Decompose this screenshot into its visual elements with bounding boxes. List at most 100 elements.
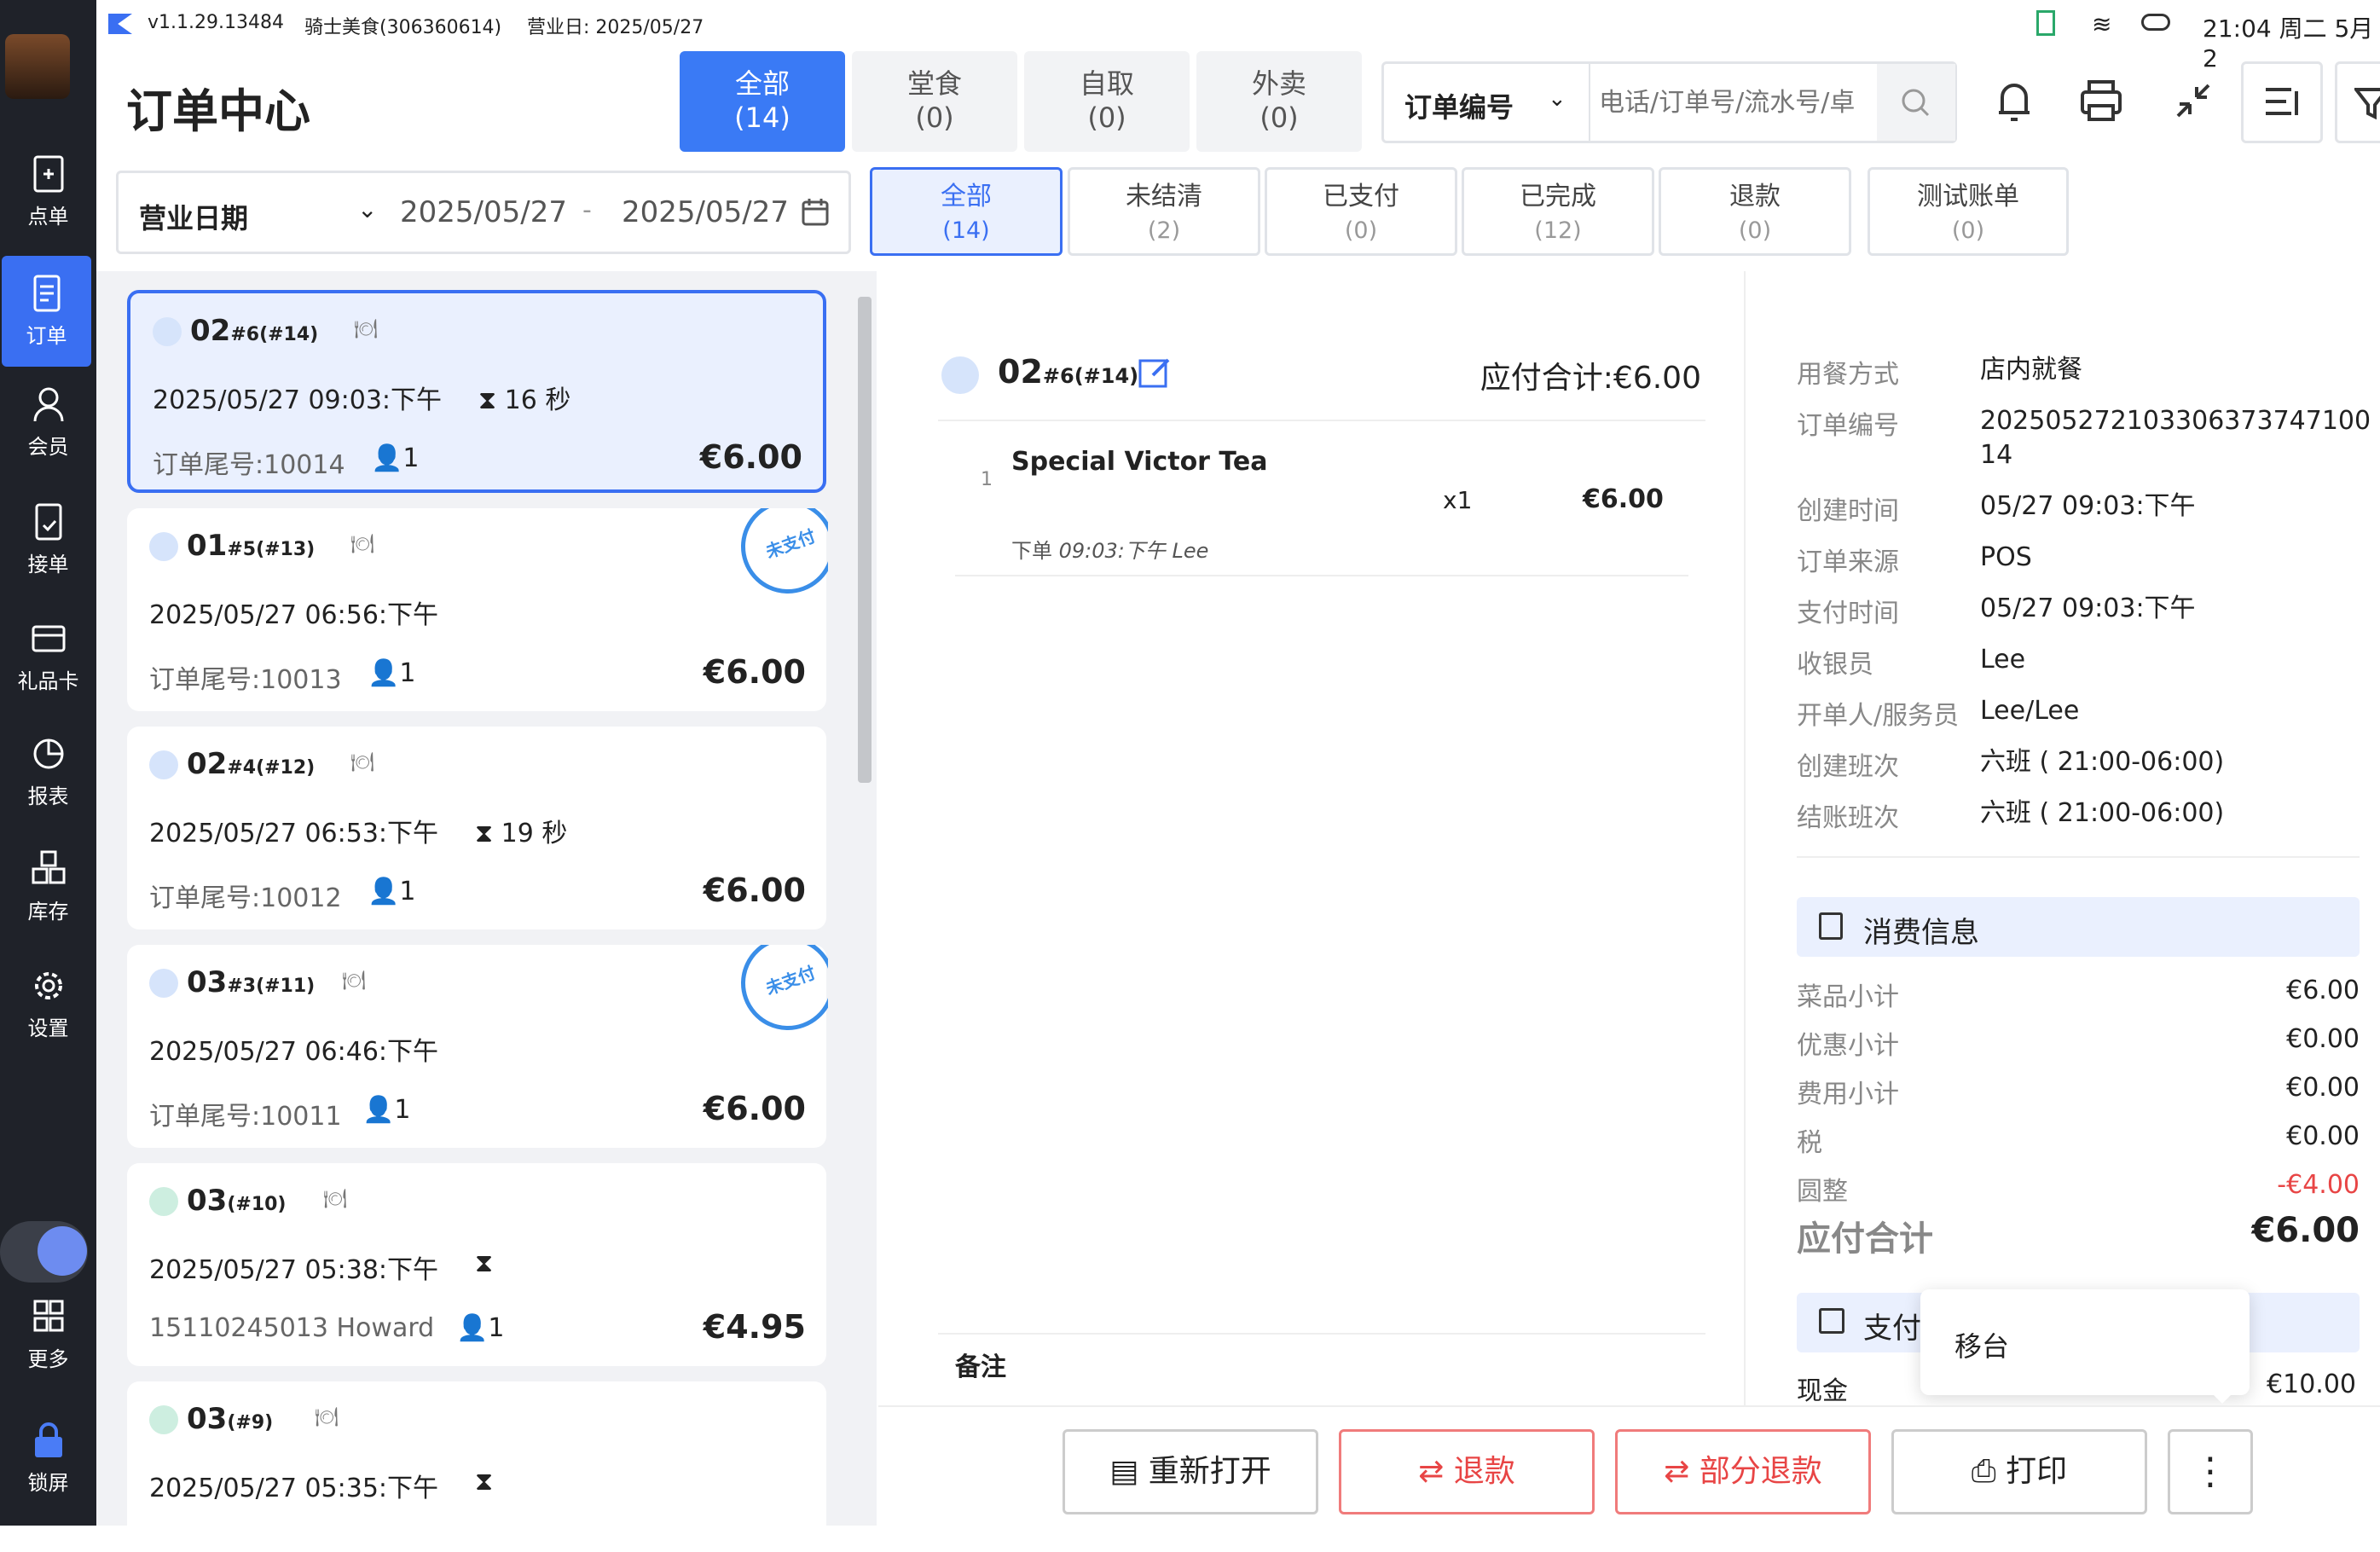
tab-label: 外卖 xyxy=(1251,67,1306,100)
quick-switch[interactable] xyxy=(0,1221,88,1283)
sidebar-label: 点单 xyxy=(27,205,69,229)
filter-icon xyxy=(2354,88,2380,120)
date-filter[interactable]: 营业日期 ⌄ 2025/05/27 - 2025/05/27 xyxy=(116,171,851,254)
chevron-down-icon[interactable]: ⌄ xyxy=(1548,86,1566,112)
date-from[interactable]: 2025/05/27 xyxy=(400,195,567,229)
status-tab-paid[interactable]: 已支付 (0) xyxy=(1265,167,1457,256)
sidebar-label: 设置 xyxy=(27,1016,69,1040)
utensils-icon: 🍽 xyxy=(342,970,366,992)
sidebar-label: 会员 xyxy=(27,435,69,459)
hourglass-icon: ⧗ xyxy=(475,1248,494,1278)
tab-count: (0) xyxy=(1259,101,1299,134)
partial-refund-button[interactable]: ⇄ 部分退款 xyxy=(1615,1429,1871,1514)
utensils-icon: 🍽 xyxy=(315,1407,339,1428)
status-tab-unsettled[interactable]: 未结清 (2) xyxy=(1068,167,1260,256)
sidebar-label: 锁屏 xyxy=(27,1471,69,1495)
status-bar: v1.1.29.13484 骑士美食(306360614) 营业日: 2025/… xyxy=(96,0,2380,72)
more-button[interactable]: ⋮ xyxy=(2168,1429,2253,1514)
search-input[interactable] xyxy=(1599,81,1872,124)
order-time: 2025/05/27 09:03:下午 xyxy=(153,385,443,415)
order-card[interactable]: 03(#10) 🍽 2025/05/27 05:38:下午 ⧗ 15110245… xyxy=(127,1163,826,1366)
item-qty: x1 xyxy=(1443,486,1473,514)
status-tab-completed[interactable]: 已完成 (12) xyxy=(1462,167,1654,256)
filter-button[interactable] xyxy=(2335,61,2380,143)
tab-count: (0) xyxy=(1344,217,1378,244)
sidebar-item-lock[interactable]: 锁屏 xyxy=(0,1420,96,1531)
order-card[interactable]: 02#6(#14) 🍽 2025/05/27 09:03:下午 ⧗ 16 秒 订… xyxy=(127,290,826,493)
sort-icon xyxy=(2266,88,2298,115)
order-amount: €6.00 xyxy=(703,653,806,691)
tab-all[interactable]: 全部 (14) xyxy=(680,51,845,152)
order-card[interactable]: 03(#9) 🍽 2025/05/27 05:35:下午 ⧗ xyxy=(127,1381,826,1552)
sidebar-item-inventory[interactable]: 库存 xyxy=(0,848,96,959)
cost-row: 费用小计 €0.00 xyxy=(1797,1073,2360,1109)
search-icon xyxy=(1902,89,1930,117)
order-card[interactable]: 01#5(#13) 🍽 未支付 2025/05/27 06:56:下午 订单尾号… xyxy=(127,508,828,711)
sort-button[interactable] xyxy=(2241,61,2323,143)
search-box: 订单编号 ⌄ xyxy=(1381,61,1957,143)
print-button[interactable]: ⎙ 打印 xyxy=(1891,1429,2147,1514)
order-number: 03#3(#11) xyxy=(187,965,316,999)
reopen-button[interactable]: ▤ 重新打开 xyxy=(1063,1429,1318,1514)
utensils-icon: 🍽 xyxy=(354,319,378,340)
item-meta: 下单 09:03:下午 Lee xyxy=(1011,539,1209,563)
guest-count: 👤1 xyxy=(371,443,420,473)
calendar-icon[interactable] xyxy=(801,197,830,228)
tab-label: 退款 xyxy=(1729,182,1781,211)
sidebar-item-settings[interactable]: 设置 xyxy=(0,965,96,1076)
tab-count: (0) xyxy=(915,101,954,134)
sheet-icon xyxy=(2036,10,2055,36)
order-time: 2025/05/27 06:46:下午 xyxy=(149,1037,439,1067)
payment-amount: €10.00 xyxy=(2267,1370,2356,1399)
sidebar-label: 礼品卡 xyxy=(17,669,79,693)
menu-item-move-table[interactable]: 移台 xyxy=(1954,1325,2009,1364)
guest-count: 👤1 xyxy=(368,877,416,906)
bell-icon[interactable] xyxy=(1994,75,2035,126)
payment-method: 现金 xyxy=(1797,1376,1848,1406)
cost-row: 优惠小计 €0.00 xyxy=(1797,1024,2360,1061)
tab-pickup[interactable]: 自取 (0) xyxy=(1024,51,1190,152)
sidebar-item-accept[interactable]: 接单 xyxy=(0,501,96,612)
detail-order-number: 02#6(#14) xyxy=(998,353,1139,391)
pickup-icon xyxy=(149,1405,178,1434)
sidebar-item-giftcard[interactable]: 礼品卡 xyxy=(0,618,96,729)
search-field-select[interactable]: 订单编号 xyxy=(1404,86,1514,125)
status-tab-all[interactable]: 全部 (14) xyxy=(870,167,1063,256)
status-tab-refund[interactable]: 退款 (0) xyxy=(1659,167,1851,256)
dinein-icon xyxy=(149,969,178,998)
date-to[interactable]: 2025/05/27 xyxy=(622,195,789,229)
sidebar-item-order[interactable]: 点单 xyxy=(0,153,96,264)
refund-button[interactable]: ⇄ 退款 xyxy=(1339,1429,1595,1514)
sidebar-item-orders[interactable]: 订单 xyxy=(2,256,91,367)
tab-delivery[interactable]: 外卖 (0) xyxy=(1196,51,1362,152)
tab-count: (14) xyxy=(734,101,790,134)
utensils-icon: 🍽 xyxy=(350,534,374,555)
sidebar: 点单 订单 会员 接单 礼品卡 报表 库存 设置 更多 锁屏 xyxy=(0,0,96,1526)
dinein-icon xyxy=(941,356,979,394)
order-card[interactable]: 02#4(#12) 🍽 2025/05/27 06:53:下午 ⧗ 19 秒 订… xyxy=(127,727,826,929)
order-tail: 订单尾号:10013 xyxy=(149,665,342,695)
edit-icon[interactable] xyxy=(1138,355,1173,391)
divider xyxy=(1589,64,1590,141)
sidebar-item-report[interactable]: 报表 xyxy=(0,733,96,844)
page-title: 订单中心 xyxy=(126,84,310,138)
sidebar-label: 报表 xyxy=(27,785,69,808)
status-tab-test[interactable]: 测试账单 (0) xyxy=(1868,167,2069,256)
collapse-icon[interactable] xyxy=(2174,82,2212,119)
sidebar-item-member[interactable]: 会员 xyxy=(0,384,96,495)
order-number: 02#6(#14) xyxy=(190,314,319,348)
store-logo xyxy=(5,34,70,99)
order-card[interactable]: 03#3(#11) 🍽 未支付 2025/05/27 06:46:下午 订单尾号… xyxy=(127,945,828,1148)
order-amount: €6.00 xyxy=(703,872,806,909)
reopen-icon: ▤ xyxy=(1109,1454,1149,1489)
scrollbar[interactable] xyxy=(858,297,872,783)
sidebar-item-more[interactable]: 更多 xyxy=(0,1296,96,1407)
printer-icon[interactable] xyxy=(2077,77,2125,125)
order-tail: 订单尾号:10014 xyxy=(153,450,345,480)
divider xyxy=(938,1333,1705,1335)
order-time: 2025/05/27 05:38:下午 xyxy=(149,1255,439,1285)
item-index: 1 xyxy=(981,469,993,490)
search-button[interactable] xyxy=(1877,64,1955,141)
chevron-down-icon[interactable]: ⌄ xyxy=(357,195,377,223)
tab-dinein[interactable]: 堂食 (0) xyxy=(852,51,1017,152)
